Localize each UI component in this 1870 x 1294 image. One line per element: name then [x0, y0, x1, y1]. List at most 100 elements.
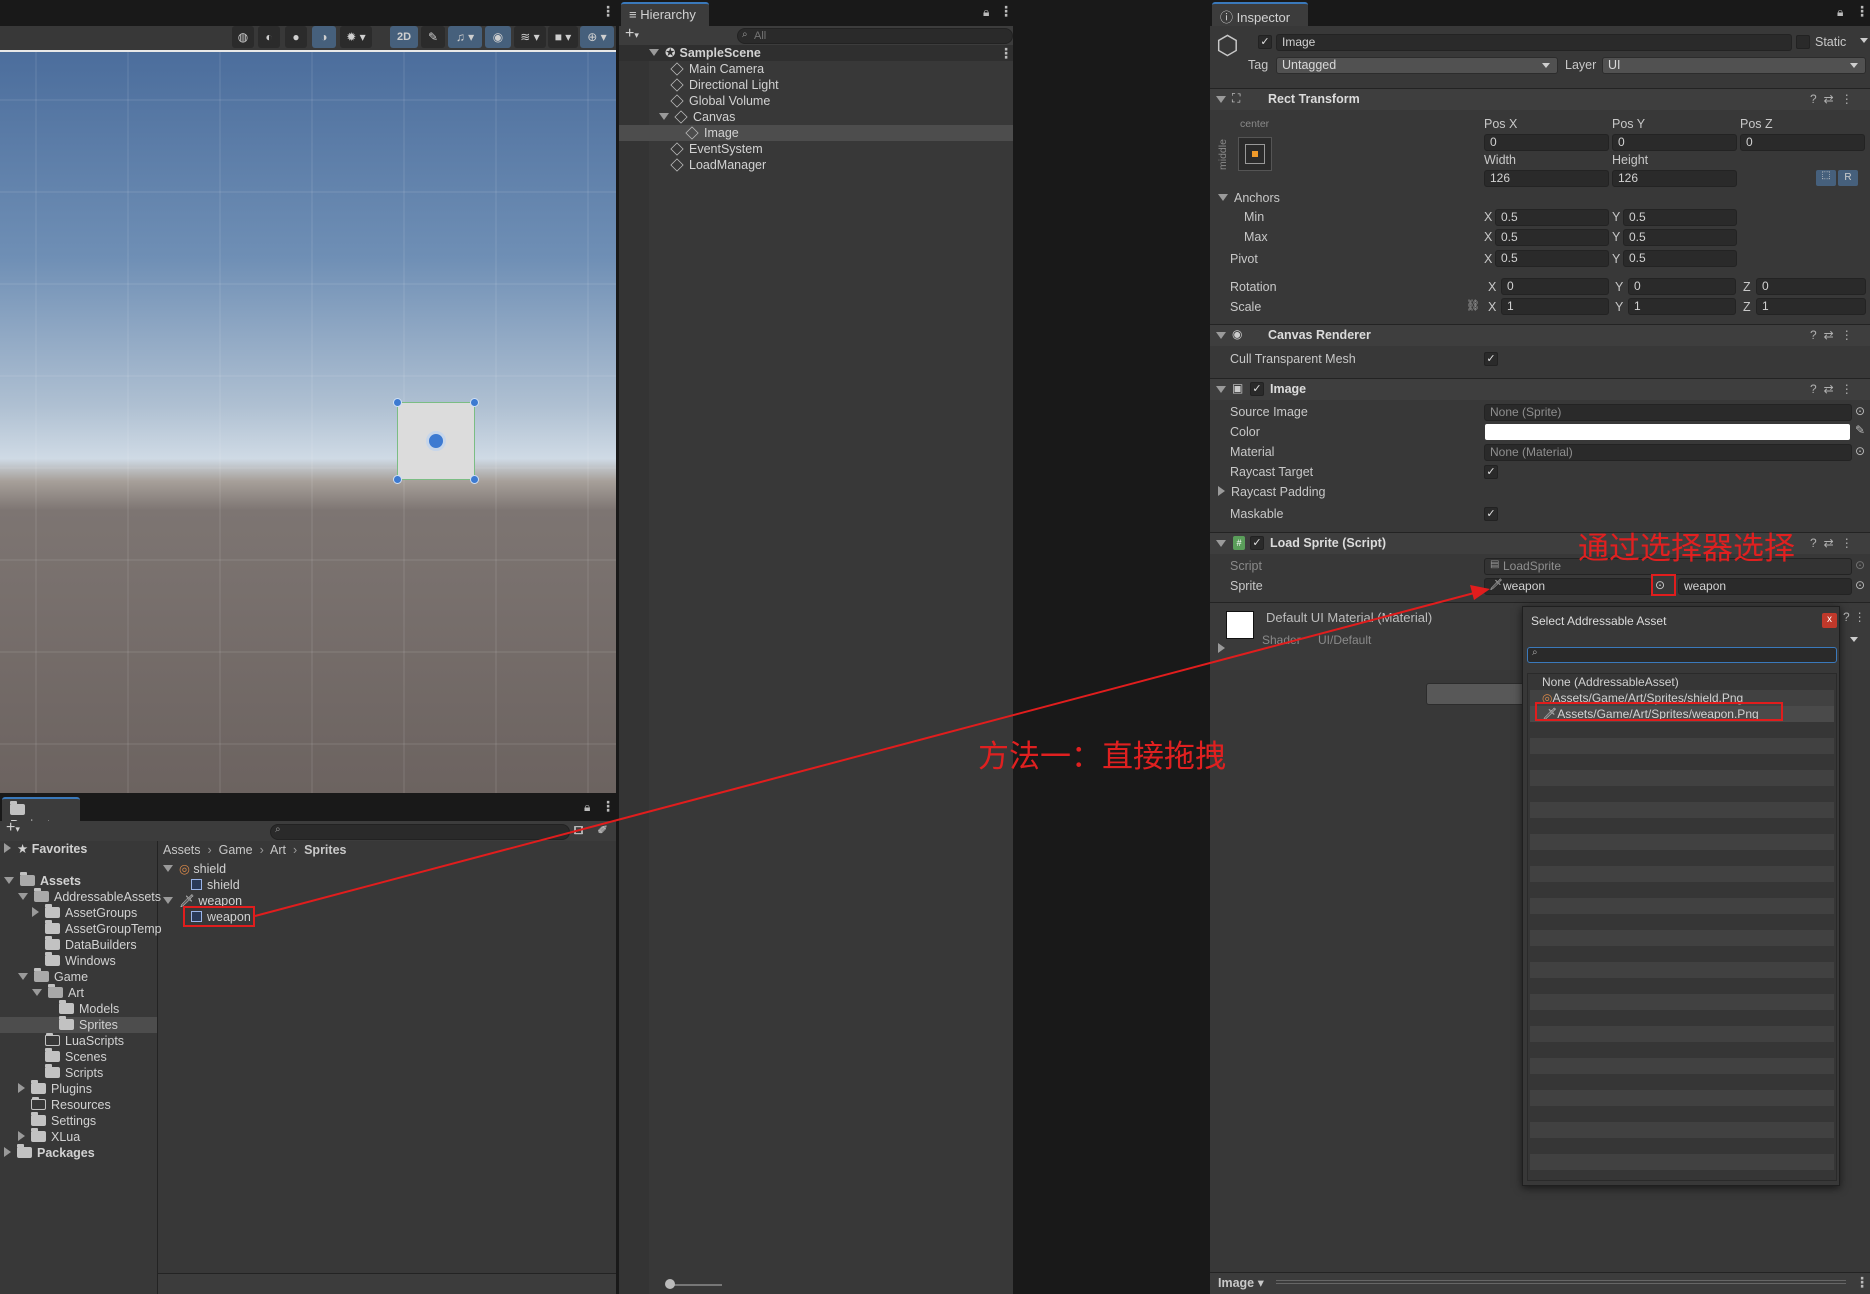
anchor-min-y-field[interactable]: 0.5	[1623, 209, 1737, 226]
collapse-icon[interactable]	[1216, 96, 1226, 103]
favorites-row[interactable]: ★ Favorites	[4, 841, 87, 857]
height-field[interactable]: 126	[1612, 170, 1737, 187]
project-menu-icon[interactable]: ⋮	[601, 798, 615, 815]
static-checkbox[interactable]	[1796, 35, 1810, 49]
hierarchy-item-main-camera[interactable]: Main Camera	[670, 61, 764, 77]
tab-inspector[interactable]: ⓘ Inspector	[1212, 2, 1308, 26]
hierarchy-lock-icon[interactable]: 🔒︎	[983, 5, 989, 20]
component-help-settings-icons[interactable]: ?⇄⋮	[1810, 92, 1860, 106]
component-help-settings-icons[interactable]: ?⇄⋮	[1810, 536, 1860, 550]
load-sprite-enabled-checkbox[interactable]: ✓	[1250, 536, 1264, 550]
anchor-max-x-field[interactable]: 0.5	[1495, 229, 1609, 246]
canvas-renderer-header[interactable]: ◉ Canvas Renderer ?⇄⋮	[1210, 324, 1870, 346]
hierarchy-item-canvas[interactable]: Canvas	[659, 109, 735, 125]
object-picker-icon[interactable]: ⊙	[1855, 444, 1865, 458]
icon-size-slider-handle[interactable]	[665, 1279, 675, 1289]
gizmos-icon[interactable]: ⊕ ▾	[580, 26, 614, 48]
hierarchy-search-input[interactable]	[737, 28, 1013, 44]
layer-dropdown[interactable]: UI	[1602, 57, 1866, 74]
tree-item-game[interactable]: Game	[18, 968, 88, 985]
project-lock-symbol-icon[interactable]: 🔒︎	[584, 800, 590, 815]
anchor-max-y-field[interactable]: 0.5	[1623, 229, 1737, 246]
collapse-icon[interactable]	[1216, 386, 1226, 393]
pos-z-field[interactable]: 0	[1740, 134, 1865, 151]
popup-search-input[interactable]	[1527, 647, 1837, 663]
camera-icon[interactable]: ■ ▾	[548, 26, 578, 48]
visibility-icon[interactable]: ◉	[485, 26, 511, 48]
popup-help-icons[interactable]: ?⋮	[1843, 610, 1870, 624]
expand-favorites-icon[interactable]	[4, 843, 11, 853]
sprite-address-field[interactable]: weapon	[1678, 578, 1852, 595]
project-add-button[interactable]: +▾	[6, 819, 20, 837]
tree-item-assets[interactable]: Assets	[4, 872, 81, 889]
raycast-target-checkbox[interactable]: ✓	[1484, 465, 1498, 479]
rect-handle-bl[interactable]	[393, 475, 402, 484]
hierarchy-add-button[interactable]: +▾	[625, 25, 639, 43]
rotation-z-field[interactable]: 0	[1756, 278, 1866, 295]
hierarchy-item-loadmanager[interactable]: LoadManager	[670, 157, 766, 173]
project-search-input[interactable]	[270, 824, 570, 840]
sprite-field[interactable]: weapon	[1484, 578, 1652, 595]
rect-handle-tl[interactable]	[393, 398, 402, 407]
anchors-label[interactable]: Anchors	[1218, 191, 1280, 205]
constrain-proportions-icon[interactable]: ⛓	[1466, 299, 1480, 312]
object-picker-icon[interactable]: ⊙	[1855, 404, 1865, 418]
scene-root-row[interactable]: ✪ SampleScene	[619, 45, 1013, 61]
scene-menu-icon[interactable]: ⋮	[601, 3, 615, 20]
lighting-toggle-icon[interactable]: ✎	[421, 26, 445, 48]
popup-close-button[interactable]: x	[1822, 613, 1837, 628]
shading-wire-icon[interactable]: ◐	[258, 26, 280, 48]
hierarchy-item-eventsystem[interactable]: EventSystem	[670, 141, 763, 157]
expand-icon[interactable]	[4, 1147, 11, 1157]
tree-item-sprites[interactable]: Sprites	[0, 1016, 157, 1033]
layers-icon[interactable]: ≋ ▾	[514, 26, 546, 48]
scene-viewport[interactable]	[0, 50, 616, 793]
type-filter-icon[interactable]: ⊡	[573, 823, 583, 837]
anchor-min-x-field[interactable]: 0.5	[1495, 209, 1609, 226]
inspector-lock-icon[interactable]: 🔒︎	[1837, 5, 1843, 20]
maskable-checkbox[interactable]: ✓	[1484, 507, 1498, 521]
tree-item-assetgrouptemplates[interactable]: AssetGroupTemp	[45, 920, 162, 937]
scale-y-field[interactable]: 1	[1628, 298, 1736, 315]
shading-lit-icon[interactable]: ◑	[312, 26, 336, 48]
rotation-y-field[interactable]: 0	[1628, 278, 1736, 295]
eyedropper-icon[interactable]: ✎	[1855, 423, 1865, 437]
toggle-2d-button[interactable]: 2D	[390, 26, 418, 48]
expand-icon[interactable]	[1218, 486, 1225, 496]
tree-item-xlua[interactable]: XLua	[18, 1128, 80, 1145]
tree-item-models[interactable]: Models	[59, 1000, 119, 1017]
rect-handle-tr[interactable]	[470, 398, 479, 407]
breadcrumb-game[interactable]: Game	[219, 843, 253, 857]
tree-item-packages[interactable]: Packages	[4, 1144, 95, 1161]
breadcrumb-sprites[interactable]: Sprites	[304, 843, 346, 857]
tab-hierarchy[interactable]: ≡ Hierarchy	[621, 2, 709, 26]
tab-project[interactable]: Project	[2, 797, 80, 832]
shader-value[interactable]: UI/Default	[1318, 633, 1371, 647]
image-component-header[interactable]: ▣ ✓ Image ?⇄⋮	[1210, 378, 1870, 400]
tree-item-art[interactable]: Art	[32, 984, 84, 1001]
scale-x-field[interactable]: 1	[1501, 298, 1609, 315]
collapse-icon[interactable]	[1216, 332, 1226, 339]
expand-icon[interactable]	[32, 907, 39, 917]
expand-canvas-icon[interactable]	[659, 113, 669, 120]
tree-item-assetgroups[interactable]: AssetGroups	[32, 904, 137, 921]
audio-toggle-icon[interactable]: ♫ ▾	[448, 26, 482, 48]
expand-icon[interactable]	[163, 865, 173, 872]
rect-handle-br[interactable]	[470, 475, 479, 484]
component-help-settings-icons[interactable]: ?⇄⋮	[1810, 328, 1860, 342]
tree-item-scripts[interactable]: Scripts	[45, 1064, 103, 1081]
tag-dropdown[interactable]: Untagged	[1276, 57, 1558, 74]
collapse-icon[interactable]	[1218, 194, 1228, 201]
tree-item-databuilders[interactable]: DataBuilders	[45, 936, 137, 953]
static-dropdown-icon[interactable]	[1860, 38, 1868, 43]
file-shield[interactable]: ◎ shield	[163, 861, 226, 877]
source-image-field[interactable]: None (Sprite)	[1484, 404, 1852, 421]
expand-icon[interactable]	[163, 897, 173, 904]
rotation-x-field[interactable]: 0	[1501, 278, 1609, 295]
width-field[interactable]: 126	[1484, 170, 1609, 187]
rect-transform-header[interactable]: ⛶ Rect Transform ?⇄⋮	[1210, 88, 1870, 110]
scene-menu-kebab-icon[interactable]: ⋮	[999, 45, 1013, 62]
hierarchy-item-directional-light[interactable]: Directional Light	[670, 77, 779, 93]
expand-assets-icon[interactable]	[4, 877, 14, 884]
tree-item-windows[interactable]: Windows	[45, 952, 116, 969]
